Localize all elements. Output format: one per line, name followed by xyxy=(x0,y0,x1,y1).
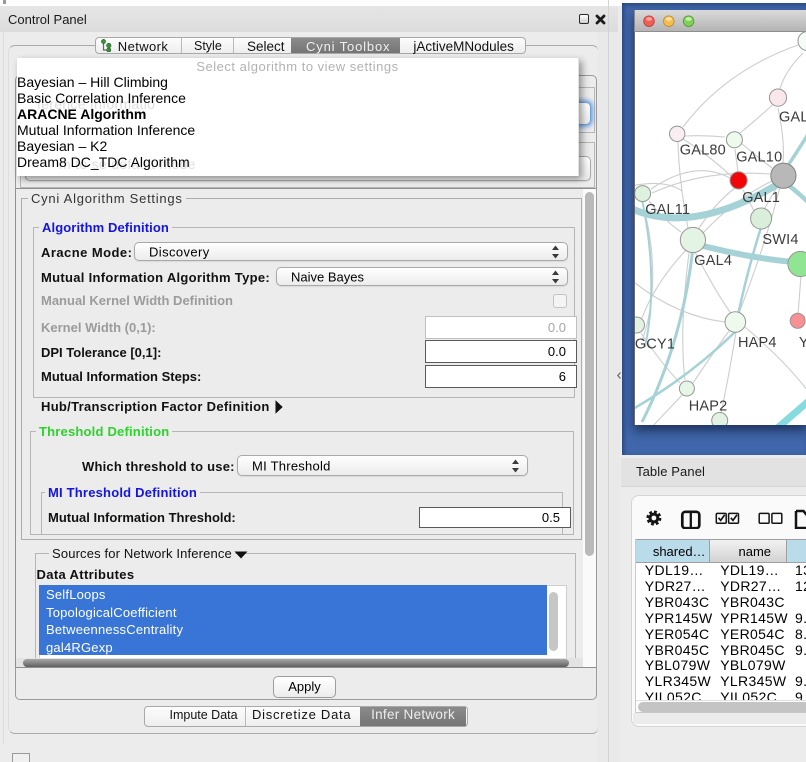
svg-text:GAL80: GAL80 xyxy=(680,143,726,159)
svg-text:GAL4: GAL4 xyxy=(694,253,732,269)
svg-text:GAL1: GAL1 xyxy=(742,190,780,206)
svg-text:HAP4: HAP4 xyxy=(738,335,777,351)
svg-text:GAL10: GAL10 xyxy=(736,149,782,165)
svg-text:SWI4: SWI4 xyxy=(762,232,798,248)
svg-text:GAL7: GAL7 xyxy=(779,109,806,125)
svg-text:HAP2: HAP2 xyxy=(689,398,728,414)
svg-text:GCY1: GCY1 xyxy=(635,336,675,352)
svg-text:Y: Y xyxy=(799,335,806,351)
svg-text:GAL11: GAL11 xyxy=(645,202,690,218)
